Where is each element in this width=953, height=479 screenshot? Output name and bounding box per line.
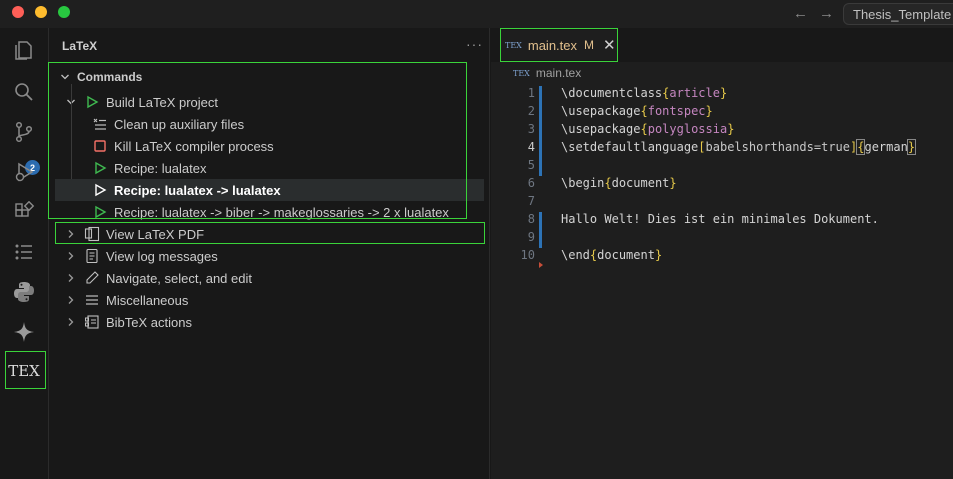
tex-file-icon: TEX <box>505 40 522 50</box>
code-line[interactable]: \end{document} <box>561 248 662 262</box>
maximize-window-button[interactable] <box>58 6 70 18</box>
miscellaneous-item[interactable]: Miscellaneous <box>66 289 480 311</box>
chevron-down-icon <box>61 74 69 80</box>
view-log-item[interactable]: View log messages <box>66 245 480 267</box>
code-line[interactable]: \documentclass{article} <box>561 86 727 100</box>
clean-label: Clean up auxiliary files <box>114 116 245 132</box>
line-number: 2 <box>527 104 535 118</box>
tex-file-icon: TEX <box>513 68 530 78</box>
search-icon[interactable] <box>10 78 38 106</box>
tree-indent-guide <box>71 84 72 194</box>
navigate-select-edit-item[interactable]: Navigate, select, and edit <box>66 267 480 289</box>
close-icon[interactable]: ✕ <box>603 36 616 54</box>
activity-bar: 2 TEX <box>0 28 48 479</box>
play-icon <box>92 160 108 176</box>
close-window-button[interactable] <box>12 6 24 18</box>
explorer-icon[interactable] <box>10 36 38 64</box>
minimize-window-button[interactable] <box>35 6 47 18</box>
recipe-lualatex-item[interactable]: Recipe: lualatex <box>92 157 482 179</box>
play-icon <box>92 204 108 220</box>
log-icon <box>84 248 100 264</box>
sidebar-title: LaTeX <box>62 39 98 53</box>
recipe-lualatex-lualatex-label: Recipe: lualatex -> lualatex <box>114 182 281 198</box>
tab-main-tex[interactable]: TEX main.tex M ✕ <box>501 30 617 60</box>
commands-label: Commands <box>77 70 143 84</box>
tab-modified-status: M <box>584 38 595 52</box>
tab-label: main.tex <box>527 37 578 53</box>
code-line[interactable]: \begin{document} <box>561 176 677 190</box>
chevron-right-icon <box>68 274 74 282</box>
title-bar: ← → Thesis_Template <box>0 0 953 28</box>
line-number: 3 <box>527 122 535 136</box>
recipe-lualatex-lualatex-item[interactable]: Recipe: lualatex -> lualatex <box>55 179 484 201</box>
clean-auxiliary-item[interactable]: Clean up auxiliary files <box>92 113 482 135</box>
navigate-label: Navigate, select, and edit <box>106 270 252 286</box>
stop-icon <box>92 138 108 154</box>
build-label: Build LaTeX project <box>106 94 219 110</box>
line-number-current: 4 <box>527 140 535 154</box>
view-latex-pdf-item[interactable]: View LaTeX PDF <box>66 223 480 245</box>
chevron-right-icon <box>68 318 74 326</box>
tab-strip: TEX main.tex M ✕ <box>491 28 953 62</box>
git-modified-marker[interactable] <box>539 212 542 248</box>
extensions-icon[interactable] <box>10 198 38 226</box>
code-line-current[interactable]: \setdefaultlanguage[babelshorthands=true… <box>561 139 917 155</box>
testing-icon[interactable] <box>10 238 38 266</box>
copilot-sparkle-icon[interactable] <box>10 318 38 346</box>
menu-icon <box>84 292 100 308</box>
forward-arrow-icon[interactable]: → <box>819 5 834 22</box>
view-log-label: View log messages <box>106 248 218 264</box>
chevron-right-icon <box>68 230 74 238</box>
chevron-right-icon <box>68 296 74 304</box>
source-control-icon[interactable] <box>10 118 38 146</box>
breadcrumb[interactable]: TEX main.tex <box>513 66 581 80</box>
build-latex-project-item[interactable]: Build LaTeX project <box>66 91 484 113</box>
git-modified-marker[interactable] <box>539 86 542 176</box>
recipe-full-chain-label: Recipe: lualatex -> biber -> makeglossar… <box>114 204 449 220</box>
more-actions-icon[interactable]: ··· <box>466 36 483 52</box>
command-center[interactable]: Thesis_Template <box>843 3 953 25</box>
line-number: 8 <box>527 212 535 226</box>
code-line[interactable]: Hallo Welt! Dies ist ein minimales Dokum… <box>561 212 879 226</box>
commands-section-header[interactable]: Commands <box>60 66 480 88</box>
line-number: 7 <box>527 194 535 208</box>
git-deleted-marker[interactable] <box>539 262 543 268</box>
python-icon[interactable] <box>10 278 38 306</box>
chevron-right-icon <box>68 252 74 260</box>
code-line[interactable]: \usepackage{polyglossia} <box>561 122 734 136</box>
line-number: 10 <box>520 248 535 262</box>
breadcrumb-file: main.tex <box>535 66 582 80</box>
play-icon <box>84 94 100 110</box>
recipe-lualatex-label: Recipe: lualatex <box>114 160 207 176</box>
play-icon <box>92 182 108 198</box>
recipe-full-chain-item[interactable]: Recipe: lualatex -> biber -> makeglossar… <box>92 201 470 223</box>
line-number: 1 <box>527 86 535 100</box>
miscellaneous-label: Miscellaneous <box>106 292 189 308</box>
line-number: 9 <box>527 230 535 244</box>
kill-label: Kill LaTeX compiler process <box>114 138 274 154</box>
clean-icon <box>92 116 108 132</box>
kill-compiler-item[interactable]: Kill LaTeX compiler process <box>92 135 482 157</box>
latex-workshop-icon[interactable]: TEX <box>8 357 40 385</box>
pdf-view-icon <box>84 226 100 242</box>
bibtex-actions-item[interactable]: BibTeX actions <box>66 311 480 333</box>
line-number: 6 <box>527 176 535 190</box>
back-arrow-icon[interactable]: ← <box>793 5 808 22</box>
bibtex-icon <box>84 314 100 330</box>
bibtex-label: BibTeX actions <box>106 314 192 330</box>
line-number: 5 <box>527 158 535 172</box>
run-debug-icon[interactable] <box>10 158 38 186</box>
edit-icon <box>84 270 100 286</box>
code-line[interactable]: \usepackage{fontspec} <box>561 104 713 118</box>
view-pdf-label: View LaTeX PDF <box>106 226 205 242</box>
